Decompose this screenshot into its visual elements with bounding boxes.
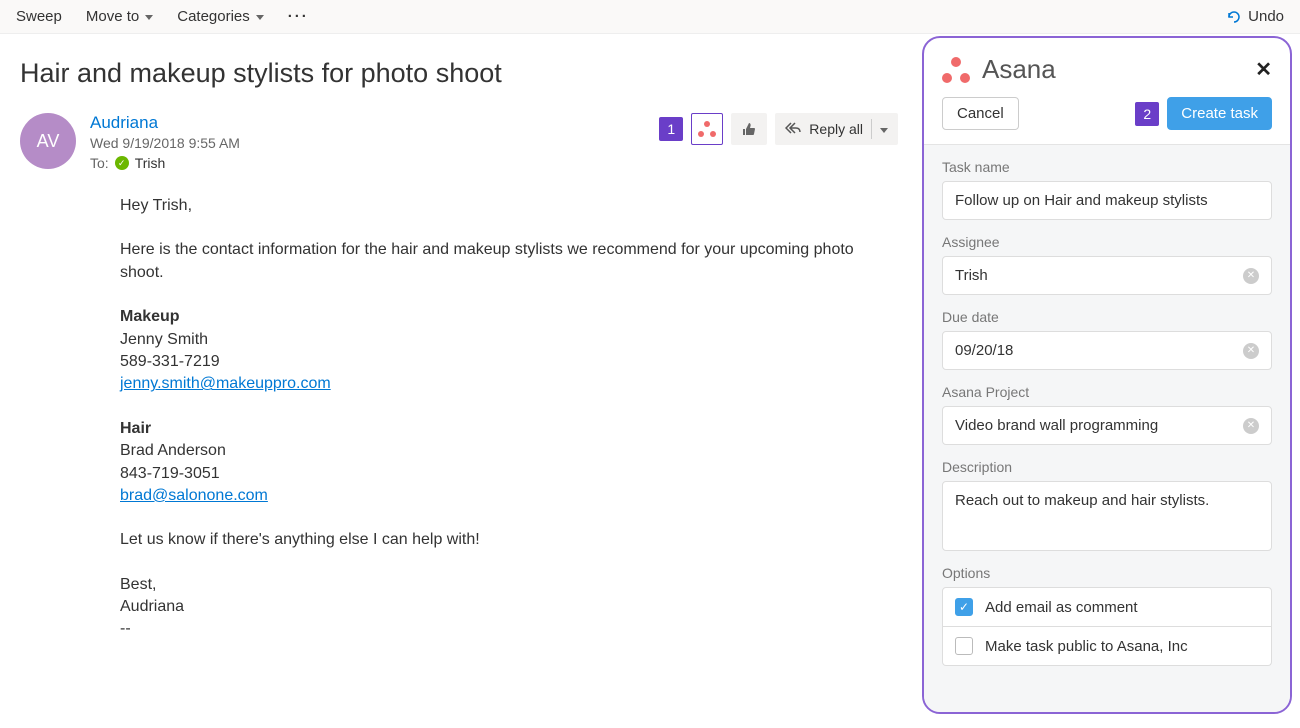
- callout-badge-2: 2: [1135, 102, 1159, 126]
- more-button[interactable]: ···: [288, 8, 309, 25]
- callout-badge-1: 1: [659, 117, 683, 141]
- reply-all-icon: [785, 122, 801, 136]
- asana-addin-button[interactable]: [691, 113, 723, 145]
- email-pane: Hair and makeup stylists for photo shoot…: [0, 34, 918, 722]
- toolbar: Sweep Move to Categories ··· Undo: [0, 0, 1300, 34]
- project-value: Video brand wall programming: [955, 417, 1158, 434]
- due-date-input[interactable]: 09/20/18 ✕: [942, 331, 1272, 370]
- hair-name: Brad Anderson: [120, 440, 898, 462]
- task-name-input[interactable]: Follow up on Hair and makeup stylists: [942, 181, 1272, 220]
- chevron-down-icon: [256, 15, 264, 20]
- option-make-public-label: Make task public to Asana, Inc: [985, 638, 1188, 655]
- to-name: Trish: [135, 155, 166, 171]
- chevron-down-icon: [145, 15, 153, 20]
- due-date-label: Due date: [942, 309, 1272, 325]
- asana-panel: Asana ✕ Cancel 2 Create task Task name F…: [922, 36, 1292, 714]
- options-label: Options: [942, 565, 1272, 581]
- signoff-name: Audriana: [120, 596, 898, 618]
- clear-icon[interactable]: ✕: [1243, 268, 1259, 284]
- asana-form: Task name Follow up on Hair and makeup s…: [924, 144, 1290, 712]
- asana-logo-icon: [698, 121, 716, 137]
- clear-icon[interactable]: ✕: [1243, 343, 1259, 359]
- description-label: Description: [942, 459, 1272, 475]
- description-value: Reach out to makeup and hair stylists.: [955, 492, 1209, 509]
- hair-email-link[interactable]: brad@salonone.com: [120, 487, 268, 504]
- asana-actions: Cancel 2 Create task: [924, 97, 1290, 144]
- email-body: Hey Trish, Here is the contact informati…: [120, 195, 898, 641]
- makeup-phone: 589-331-7219: [120, 351, 898, 373]
- undo-icon: [1226, 9, 1242, 25]
- to-label: To:: [90, 155, 109, 171]
- clear-icon[interactable]: ✕: [1243, 418, 1259, 434]
- create-task-button[interactable]: Create task: [1167, 97, 1272, 130]
- chevron-down-icon: [880, 128, 888, 133]
- makeup-heading: Makeup: [120, 306, 898, 328]
- makeup-email-link[interactable]: jenny.smith@makeuppro.com: [120, 375, 331, 392]
- option-add-email-label: Add email as comment: [985, 599, 1138, 616]
- categories-button[interactable]: Categories: [177, 8, 264, 25]
- body-greeting: Hey Trish,: [120, 195, 898, 217]
- email-subject: Hair and makeup stylists for photo shoot: [20, 58, 898, 89]
- assignee-value: Trish: [955, 267, 988, 284]
- presence-icon: ✓: [115, 156, 129, 170]
- hair-phone: 843-719-3051: [120, 463, 898, 485]
- move-to-label: Move to: [86, 8, 139, 25]
- categories-label: Categories: [177, 8, 250, 25]
- signature-sep: --: [120, 618, 898, 640]
- cancel-button[interactable]: Cancel: [942, 97, 1019, 130]
- task-name-label: Task name: [942, 159, 1272, 175]
- reply-all-button[interactable]: Reply all: [775, 113, 898, 145]
- undo-label: Undo: [1248, 8, 1284, 25]
- body-closing: Let us know if there's anything else I c…: [120, 529, 898, 551]
- assignee-input[interactable]: Trish ✕: [942, 256, 1272, 295]
- makeup-name: Jenny Smith: [120, 329, 898, 351]
- email-header: AV Audriana Wed 9/19/2018 9:55 AM To: ✓ …: [20, 113, 898, 171]
- body-intro: Here is the contact information for the …: [120, 239, 898, 284]
- like-button[interactable]: [731, 113, 767, 145]
- move-to-button[interactable]: Move to: [86, 8, 153, 25]
- thumbs-up-icon: [741, 121, 757, 137]
- sender-date: Wed 9/19/2018 9:55 AM: [90, 135, 240, 151]
- description-input[interactable]: Reach out to makeup and hair stylists.: [942, 481, 1272, 551]
- hair-heading: Hair: [120, 418, 898, 440]
- asana-panel-title: Asana: [982, 54, 1056, 85]
- checkbox-checked-icon[interactable]: ✓: [955, 598, 973, 616]
- sender-name[interactable]: Audriana: [90, 113, 240, 133]
- sweep-button[interactable]: Sweep: [16, 8, 62, 25]
- signoff-best: Best,: [120, 574, 898, 596]
- project-input[interactable]: Video brand wall programming ✕: [942, 406, 1272, 445]
- asana-panel-header: Asana ✕: [924, 38, 1290, 97]
- close-button[interactable]: ✕: [1255, 57, 1272, 82]
- due-date-value: 09/20/18: [955, 342, 1013, 359]
- assignee-label: Assignee: [942, 234, 1272, 250]
- project-label: Asana Project: [942, 384, 1272, 400]
- option-add-email[interactable]: ✓ Add email as comment: [942, 587, 1272, 627]
- task-name-value: Follow up on Hair and makeup stylists: [955, 192, 1208, 209]
- undo-button[interactable]: Undo: [1226, 8, 1284, 25]
- reply-all-label: Reply all: [809, 121, 863, 137]
- avatar: AV: [20, 113, 76, 169]
- asana-logo-icon: [942, 57, 970, 83]
- checkbox-icon[interactable]: [955, 637, 973, 655]
- option-make-public[interactable]: Make task public to Asana, Inc: [942, 627, 1272, 666]
- to-line: To: ✓ Trish: [90, 155, 240, 171]
